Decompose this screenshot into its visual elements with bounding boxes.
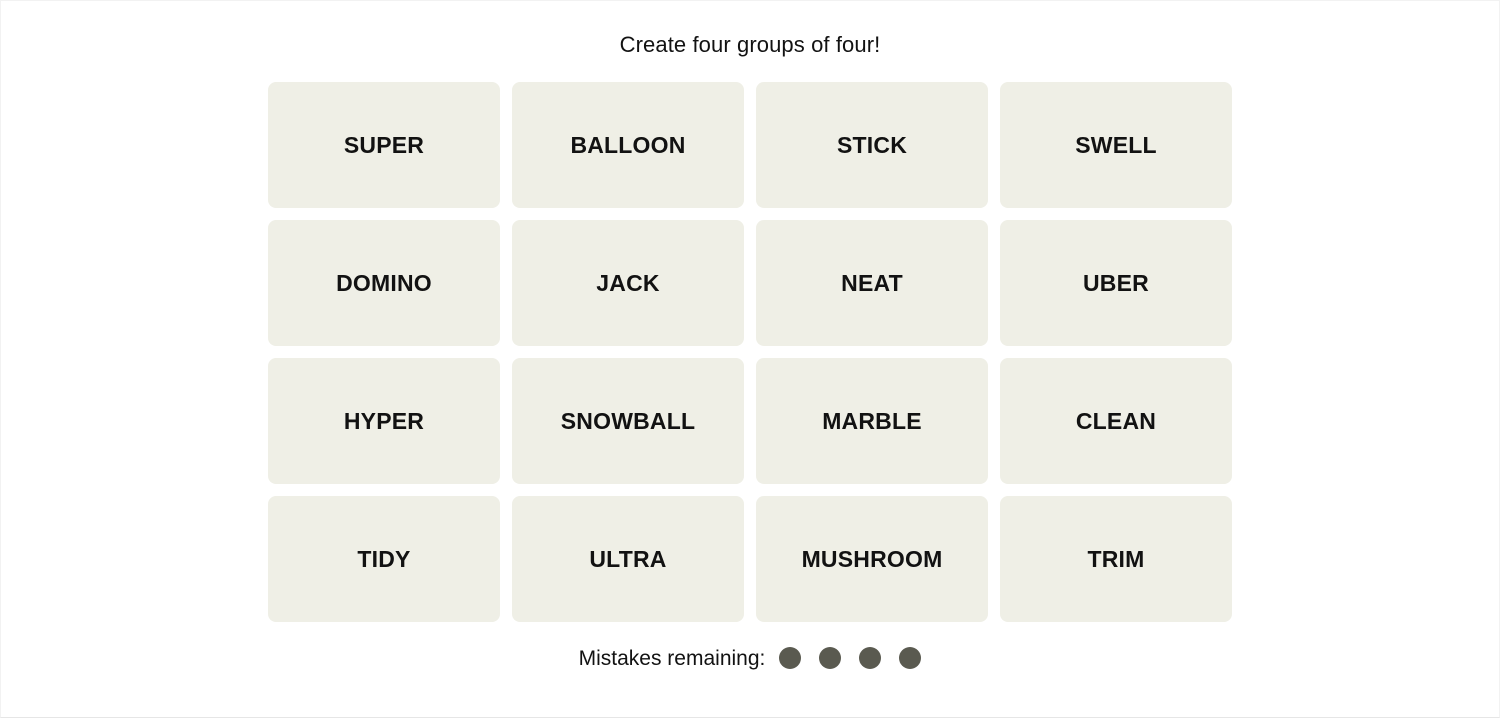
page-title: Create four groups of four! <box>619 32 881 57</box>
word-tile-label: DOMINO <box>336 269 432 296</box>
word-tile-label: TIDY <box>357 545 411 572</box>
word-tile[interactable]: STICK <box>756 82 988 209</box>
word-tile-label: SNOWBALL <box>560 407 696 434</box>
mistake-dot-icon <box>859 647 882 670</box>
mistake-dot-icon <box>899 647 922 670</box>
mistakes-dots <box>779 647 922 670</box>
word-tile-label: SWELL <box>1075 131 1157 158</box>
word-tile[interactable]: CLEAN <box>1000 358 1232 485</box>
mistakes-row: Mistakes remaining: <box>578 646 922 670</box>
word-tile-label: TRIM <box>1087 545 1145 572</box>
word-tile-label: CLEAN <box>1075 407 1157 434</box>
word-tile-label: JACK <box>596 269 660 296</box>
word-tile-label: MARBLE <box>822 407 922 434</box>
mistakes-label: Mistakes remaining: <box>578 646 766 670</box>
word-tile[interactable]: DOMINO <box>268 220 500 347</box>
word-tile-label: HYPER <box>343 407 425 434</box>
word-tile[interactable]: HYPER <box>268 358 500 485</box>
word-tile-label: UBER <box>1083 269 1149 296</box>
word-tile[interactable]: BALLOON <box>512 82 744 209</box>
word-tile[interactable]: NEAT <box>756 220 988 347</box>
word-tile[interactable]: SUPER <box>268 82 500 209</box>
word-tile[interactable]: MUSHROOM <box>756 496 988 623</box>
word-tile-label: STICK <box>837 131 907 158</box>
word-tile[interactable]: TRIM <box>1000 496 1232 623</box>
word-grid: SUPER BALLOON STICK SWELL DOMINO JACK NE… <box>268 82 1232 623</box>
word-tile[interactable]: ULTRA <box>512 496 744 623</box>
word-tile[interactable]: JACK <box>512 220 744 347</box>
word-tile[interactable]: UBER <box>1000 220 1232 347</box>
word-tile-label: MUSHROOM <box>801 545 943 572</box>
word-tile[interactable]: TIDY <box>268 496 500 623</box>
mistake-dot-icon <box>819 647 842 670</box>
word-tile-label: NEAT <box>841 269 903 296</box>
word-tile-label: ULTRA <box>589 545 667 572</box>
game-viewport: Create four groups of four! SUPER BALLOO… <box>1 1 1499 717</box>
word-tile[interactable]: SNOWBALL <box>512 358 744 485</box>
word-tile-label: BALLOON <box>570 131 686 158</box>
word-tile-label: SUPER <box>343 131 425 158</box>
mistake-dot-icon <box>779 647 802 670</box>
word-tile[interactable]: MARBLE <box>756 358 988 485</box>
word-tile[interactable]: SWELL <box>1000 82 1232 209</box>
